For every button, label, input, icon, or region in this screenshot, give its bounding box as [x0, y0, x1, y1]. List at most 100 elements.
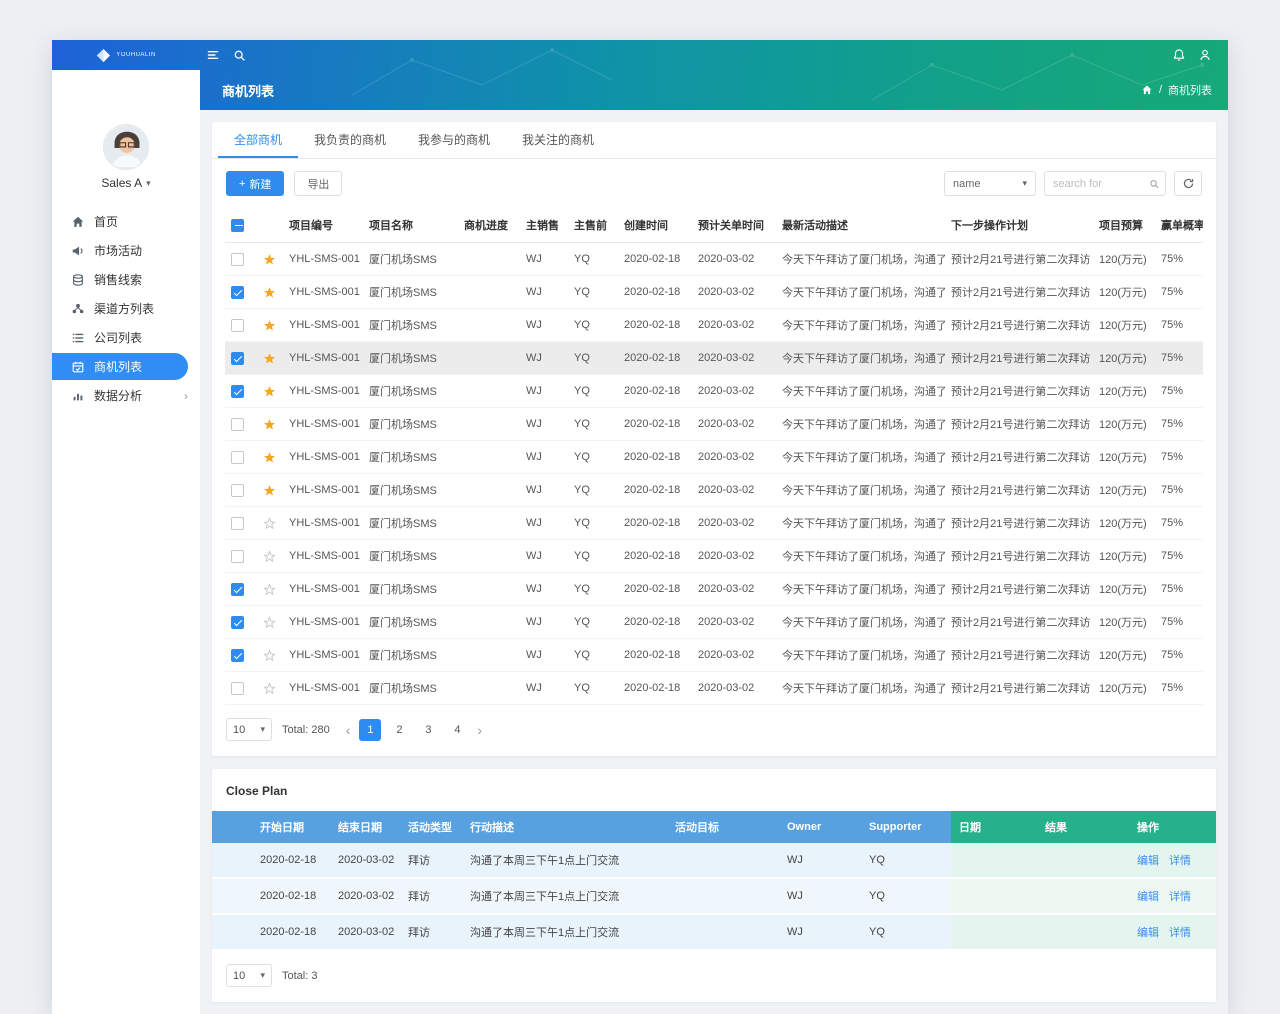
page-size-select[interactable]: 10 ▾	[226, 964, 272, 987]
cell-created: 2020-02-18	[618, 243, 692, 276]
row-checkbox[interactable]	[231, 616, 244, 629]
star-filled-icon[interactable]	[263, 385, 276, 398]
cell-activity: 今天下午拜访了厦门机场，沟通了细节	[776, 606, 945, 639]
prev-page-button[interactable]: ‹	[344, 723, 353, 737]
cell-presales: YQ	[568, 606, 618, 639]
star-filled-icon[interactable]	[263, 352, 276, 365]
row-checkbox[interactable]	[231, 352, 244, 365]
row-checkbox[interactable]	[231, 319, 244, 332]
star-filled-icon[interactable]	[263, 418, 276, 431]
topbar-right	[1166, 40, 1228, 70]
refresh-button[interactable]	[1174, 171, 1202, 196]
row-checkbox[interactable]	[231, 286, 244, 299]
page-button-4[interactable]: 4	[446, 719, 468, 741]
tab-3[interactable]: 我关注的商机	[506, 122, 610, 158]
edit-link[interactable]: 编辑	[1137, 927, 1159, 939]
star-filled-icon[interactable]	[263, 484, 276, 497]
star-outline-icon[interactable]	[263, 517, 276, 530]
star-filled-icon[interactable]	[263, 319, 276, 332]
row-checkbox[interactable]	[231, 385, 244, 398]
user-name-dropdown[interactable]: Sales A ▾	[52, 176, 200, 190]
edit-link[interactable]: 编辑	[1137, 855, 1159, 867]
search-input[interactable]	[1053, 178, 1145, 190]
cell-actions: 编辑详情	[1129, 843, 1216, 878]
page-button-1[interactable]: 1	[359, 719, 381, 741]
page-size-select[interactable]: 10 ▾	[226, 718, 272, 741]
create-button[interactable]: + 新建	[226, 171, 284, 196]
cell-start: 2020-02-18	[212, 878, 330, 914]
row-checkbox[interactable]	[231, 418, 244, 431]
cell-next_plan: 预计2月21号进行第二次拜访	[945, 606, 1093, 639]
edit-link[interactable]: 编辑	[1137, 891, 1159, 903]
sidebar-item-megaphone[interactable]: 市场活动	[52, 237, 200, 264]
user-icon[interactable]	[1192, 40, 1218, 70]
row-checkbox[interactable]	[231, 517, 244, 530]
table-row: YHL-SMS-001厦门机场SMSWJYQ2020-02-182020-03-…	[225, 606, 1203, 639]
filter-field-select[interactable]: name ▾	[944, 171, 1036, 196]
tab-0[interactable]: 全部商机	[218, 122, 298, 158]
cell-progress	[458, 639, 520, 672]
star-outline-icon[interactable]	[263, 583, 276, 596]
cell-desc: 沟通了本周三下午1点上门交流	[462, 914, 667, 950]
detail-link[interactable]: 详情	[1169, 891, 1191, 903]
row-checkbox[interactable]	[231, 550, 244, 563]
sidebar-item-list[interactable]: 公司列表	[52, 324, 200, 351]
bell-icon[interactable]	[1166, 40, 1192, 70]
toolbar-right: name ▾	[944, 171, 1202, 196]
next-page-button[interactable]: ›	[475, 723, 484, 737]
page-button-2[interactable]: 2	[388, 719, 410, 741]
cell-name: 厦门机场SMS	[363, 441, 458, 474]
cell-progress	[458, 606, 520, 639]
cell-end: 2020-03-02	[330, 843, 400, 878]
search-icon[interactable]	[1149, 178, 1159, 190]
menu-icon[interactable]	[200, 40, 226, 70]
star-filled-icon[interactable]	[263, 451, 276, 464]
cell-close_date: 2020-03-02	[692, 408, 776, 441]
cell-start: 2020-02-18	[212, 843, 330, 878]
star-outline-icon[interactable]	[263, 682, 276, 695]
star-outline-icon[interactable]	[263, 649, 276, 662]
cell-activity: 今天下午拜访了厦门机场，沟通了细节	[776, 408, 945, 441]
sidebar-item-database[interactable]: 销售线索	[52, 266, 200, 293]
star-outline-icon[interactable]	[263, 616, 276, 629]
tab-1[interactable]: 我负责的商机	[298, 122, 402, 158]
cell-next_plan: 预计2月21号进行第二次拜访	[945, 639, 1093, 672]
avatar[interactable]	[103, 124, 149, 170]
cell-name: 厦门机场SMS	[363, 276, 458, 309]
row-checkbox[interactable]	[231, 649, 244, 662]
breadcrumb-current: 商机列表	[1168, 82, 1212, 98]
star-filled-icon[interactable]	[263, 286, 276, 299]
cell-win_rate: 75%	[1155, 375, 1203, 408]
sidebar-item-chart[interactable]: 数据分析›	[52, 382, 200, 409]
calendar-icon	[70, 360, 85, 374]
row-checkbox[interactable]	[231, 484, 244, 497]
row-checkbox[interactable]	[231, 253, 244, 266]
cell-code: YHL-SMS-001	[283, 309, 363, 342]
home-icon[interactable]	[1141, 84, 1153, 96]
chevron-down-icon: ▾	[260, 970, 265, 981]
star-outline-icon[interactable]	[263, 550, 276, 563]
export-button[interactable]: 导出	[294, 171, 342, 196]
cell-owner: WJ	[779, 914, 861, 950]
detail-link[interactable]: 详情	[1169, 855, 1191, 867]
sidebar-item-calendar[interactable]: 商机列表	[52, 353, 188, 380]
cell-owner: WJ	[779, 843, 861, 878]
column-header: 预计关单时间	[692, 208, 776, 243]
cell-close_date: 2020-03-02	[692, 276, 776, 309]
star-filled-icon[interactable]	[263, 253, 276, 266]
cell-next_plan: 预计2月21号进行第二次拜访	[945, 507, 1093, 540]
tab-2[interactable]: 我参与的商机	[402, 122, 506, 158]
row-checkbox[interactable]	[231, 682, 244, 695]
page-button-3[interactable]: 3	[417, 719, 439, 741]
sidebar-item-home[interactable]: 首页	[52, 208, 200, 235]
column-header: 活动目标	[667, 811, 779, 843]
detail-link[interactable]: 详情	[1169, 927, 1191, 939]
select-all-checkbox[interactable]	[231, 219, 244, 232]
list-icon	[70, 331, 85, 345]
column-header: 创建时间	[618, 208, 692, 243]
search-icon[interactable]	[226, 40, 252, 70]
row-checkbox[interactable]	[231, 583, 244, 596]
row-checkbox[interactable]	[231, 451, 244, 464]
sidebar-item-channel[interactable]: 渠道方列表	[52, 295, 200, 322]
toolbar: + 新建 导出 name ▾	[212, 159, 1216, 208]
